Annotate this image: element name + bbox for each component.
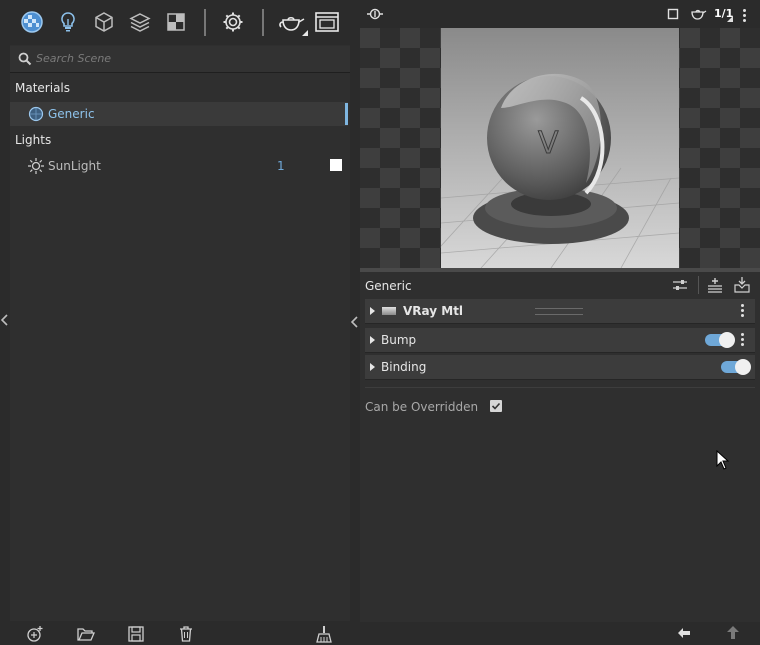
preview-menu-icon[interactable] — [743, 9, 747, 24]
delete-icon[interactable] — [177, 625, 195, 643]
rollout-label: Bump — [381, 333, 417, 347]
expand-arrow-icon[interactable] — [370, 363, 375, 371]
layers-icon[interactable] — [128, 10, 152, 34]
rollout-bump[interactable]: Bump — [365, 328, 755, 353]
material-item-generic[interactable]: Generic — [10, 102, 348, 126]
search-bar[interactable]: Search Scene — [10, 46, 350, 73]
scene-outliner — [10, 45, 350, 621]
preview-teapot-icon[interactable] — [689, 6, 707, 22]
override-checkbox[interactable] — [490, 400, 502, 412]
geometry-icon[interactable] — [92, 10, 116, 34]
materials-icon[interactable] — [20, 10, 44, 34]
cleanup-icon[interactable] — [315, 625, 333, 643]
add-material-icon[interactable] — [26, 625, 44, 643]
render-teapot-icon[interactable] — [275, 8, 309, 38]
lights-heading: Lights — [15, 133, 52, 147]
light-item-sunlight[interactable]: SunLight 1 — [10, 154, 348, 178]
stop-render-icon[interactable] — [667, 8, 679, 20]
rollout-menu-icon[interactable] — [741, 333, 745, 348]
import-material-icon[interactable] — [733, 276, 751, 294]
material-type-swatch — [382, 307, 396, 315]
bump-enable-toggle[interactable] — [705, 332, 735, 348]
rollout-binding[interactable]: Binding — [365, 355, 755, 380]
checkmark-icon — [491, 402, 501, 410]
drag-handle[interactable] — [535, 308, 583, 315]
expand-arrow-icon[interactable] — [370, 307, 375, 315]
header-divider — [698, 276, 699, 294]
toolbar-divider — [262, 9, 264, 36]
mouse-cursor-icon — [716, 450, 730, 470]
resize-corner-icon — [727, 16, 733, 22]
frame-buffer-icon[interactable] — [314, 10, 340, 34]
material-sphere-icon — [28, 106, 44, 122]
toolbar-divider — [204, 9, 206, 36]
properties-footer — [360, 622, 760, 645]
selection-indicator — [345, 103, 348, 125]
textures-icon[interactable] — [164, 10, 188, 34]
material-preview-render: V — [441, 28, 679, 268]
up-arrow-icon[interactable] — [726, 625, 740, 641]
top-toolbar — [0, 0, 360, 44]
search-icon — [18, 52, 32, 66]
outliner-footer — [0, 622, 360, 645]
collapse-arrow-icon[interactable] — [351, 315, 359, 329]
sun-icon — [27, 157, 45, 175]
panel-splitter[interactable] — [350, 0, 360, 645]
lights-icon[interactable] — [56, 10, 80, 34]
preview-toolbar: 1/1 — [360, 0, 760, 28]
open-folder-icon[interactable] — [77, 625, 95, 643]
settings-icon[interactable] — [221, 10, 245, 34]
rollout-label: VRay Mtl — [403, 304, 464, 318]
adjust-sliders-icon[interactable] — [672, 278, 688, 292]
light-instance-count: 1 — [277, 159, 285, 173]
properties-title: Generic — [365, 279, 412, 293]
light-color-swatch[interactable] — [330, 159, 342, 171]
light-item-label: SunLight — [48, 159, 101, 173]
pin-toggle-icon[interactable] — [366, 6, 384, 22]
collapse-left-icon[interactable] — [0, 305, 10, 335]
material-item-label: Generic — [48, 107, 95, 121]
rollout-menu-icon[interactable] — [741, 304, 745, 319]
back-arrow-icon[interactable] — [676, 626, 692, 640]
svg-text:V: V — [538, 126, 559, 161]
rollout-vray-mtl[interactable]: VRay Mtl — [365, 299, 755, 324]
binding-enable-toggle[interactable] — [721, 359, 751, 375]
override-label: Can be Overridden — [365, 400, 479, 414]
expand-arrow-icon[interactable] — [370, 336, 375, 344]
search-input[interactable]: Search Scene — [36, 52, 111, 65]
materials-heading: Materials — [15, 81, 71, 95]
material-properties-panel — [360, 272, 760, 622]
add-layer-icon[interactable] — [706, 277, 724, 293]
save-icon[interactable] — [127, 625, 145, 643]
section-divider — [365, 387, 755, 388]
rollout-label: Binding — [381, 360, 427, 374]
